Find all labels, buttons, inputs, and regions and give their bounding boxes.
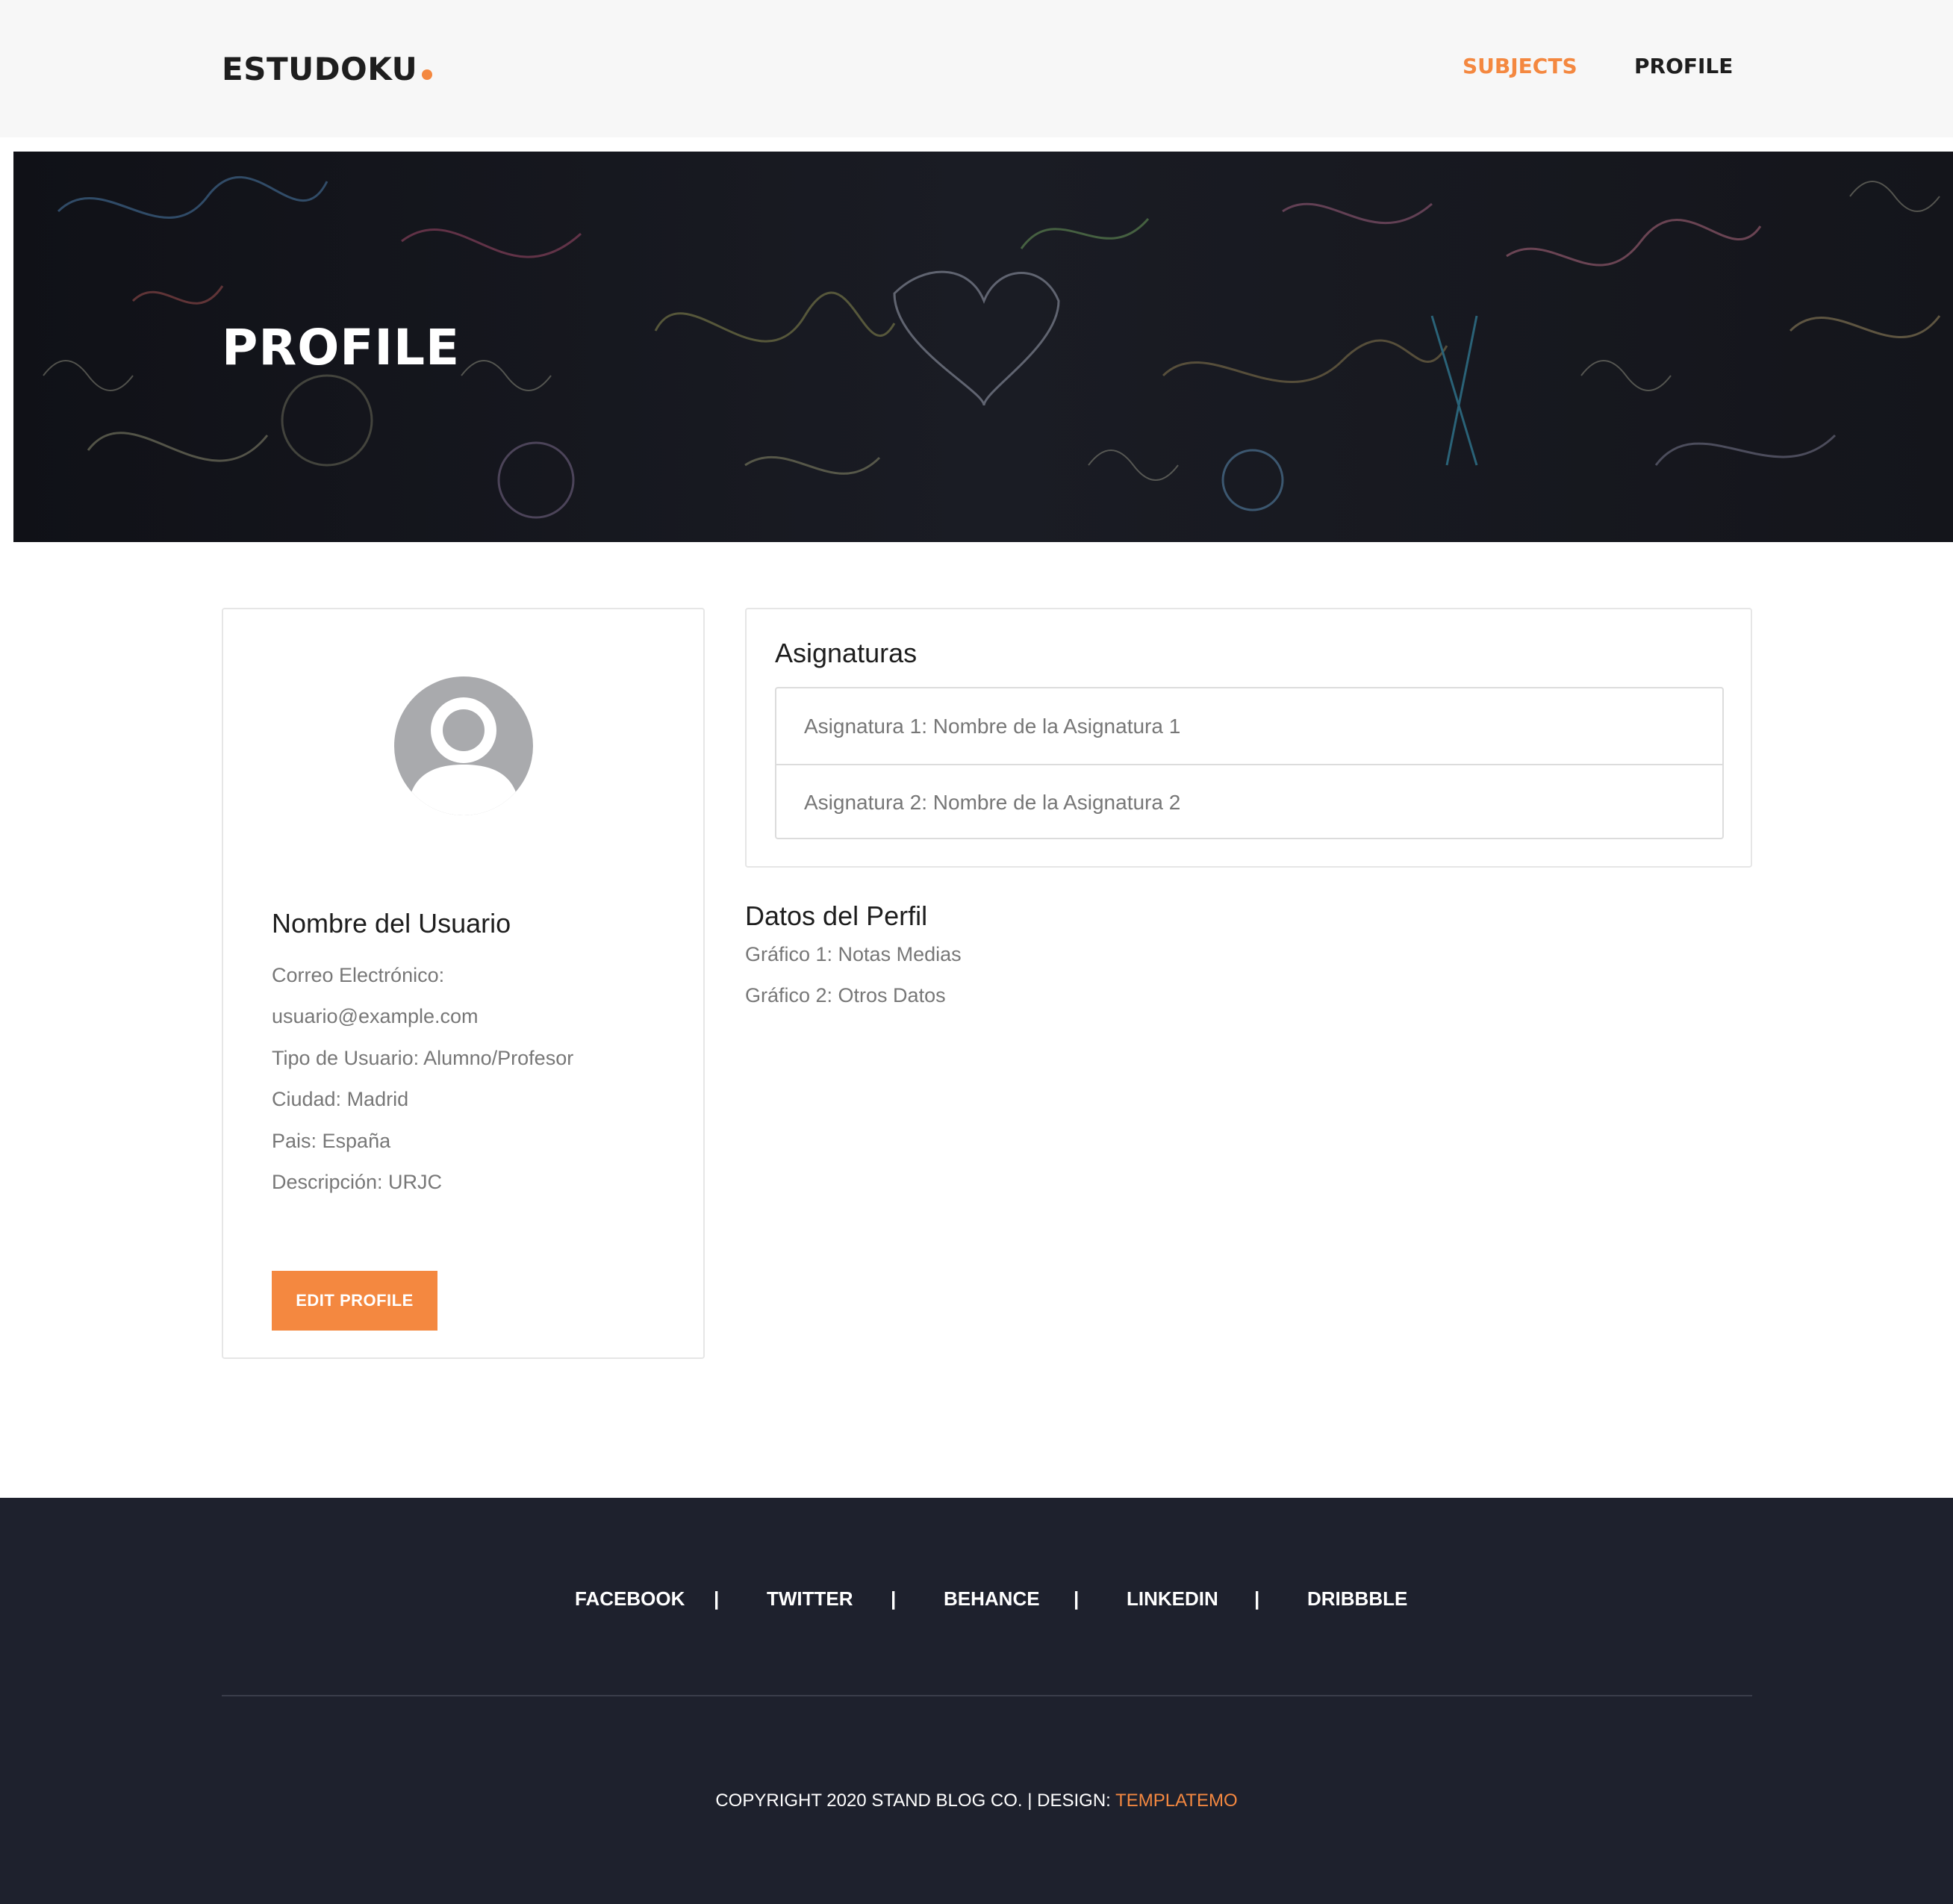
user-type: Tipo de Usuario: Alumno/Profesor (272, 1047, 574, 1069)
templatemo-link[interactable]: TEMPLATEMO (1115, 1791, 1238, 1811)
nav-item-subjects[interactable]: SUBJECTS (1463, 54, 1577, 78)
twitter-link[interactable]: TWITTER (767, 1587, 853, 1611)
page-title: PROFILE (222, 319, 461, 376)
site-footer: FACEBOOK | TWITTER | BEHANCE | LINKEDIN … (0, 1498, 1953, 1904)
list-item[interactable]: Asignatura 2: Nombre de la Asignatura 2 (776, 764, 1722, 839)
profile-data-title: Datos del Perfil (745, 900, 928, 931)
separator: | (891, 1587, 897, 1610)
site-logo[interactable]: ESTUDOKU (222, 51, 433, 87)
chart-1-label: Gráfico 1: Notas Medias (745, 943, 962, 965)
logo-text: ESTUDOKU (222, 51, 418, 87)
dribbble-link[interactable]: DRIBBBLE (1307, 1587, 1407, 1611)
subject-list: Asignatura 1: Nombre de la Asignatura 1 … (775, 687, 1724, 839)
site-header: ESTUDOKU SUBJECTS PROFILE (0, 0, 1953, 137)
city: Ciudad: Madrid (272, 1088, 409, 1110)
footer-divider (222, 1695, 1752, 1696)
separator: | (1254, 1587, 1260, 1610)
separator: | (714, 1587, 720, 1610)
user-name: Nombre del Usuario (272, 908, 511, 939)
subjects-title: Asignaturas (775, 638, 918, 668)
chart-2-label: Gráfico 2: Otros Datos (745, 984, 946, 1007)
separator: | (1074, 1587, 1080, 1610)
linkedin-link[interactable]: LINKEDIN (1127, 1587, 1218, 1611)
subjects-card: Asignaturas Asignatura 1: Nombre de la A… (745, 608, 1752, 868)
email-label: Correo Electrónico: (272, 964, 445, 986)
country: Pais: España (272, 1130, 391, 1152)
logo-dot-icon (422, 69, 433, 80)
behance-link[interactable]: BEHANCE (944, 1587, 1040, 1611)
copyright-text: COPYRIGHT 2020 STAND BLOG CO. | DESIGN: (715, 1791, 1116, 1811)
facebook-link[interactable]: FACEBOOK (575, 1587, 685, 1611)
user-avatar-icon (394, 676, 533, 815)
edit-profile-button[interactable]: EDIT PROFILE (272, 1271, 437, 1331)
list-item[interactable]: Asignatura 1: Nombre de la Asignatura 1 (776, 688, 1722, 764)
nav-item-profile[interactable]: PROFILE (1634, 54, 1733, 78)
hero-banner: PROFILE (13, 152, 1953, 542)
email-value: usuario@example.com (272, 1005, 479, 1027)
profile-card: Nombre del Usuario Correo Electrónico: u… (222, 608, 705, 1359)
copyright: COPYRIGHT 2020 STAND BLOG CO. | DESIGN: … (0, 1791, 1953, 1811)
description: Descripción: URJC (272, 1171, 443, 1193)
